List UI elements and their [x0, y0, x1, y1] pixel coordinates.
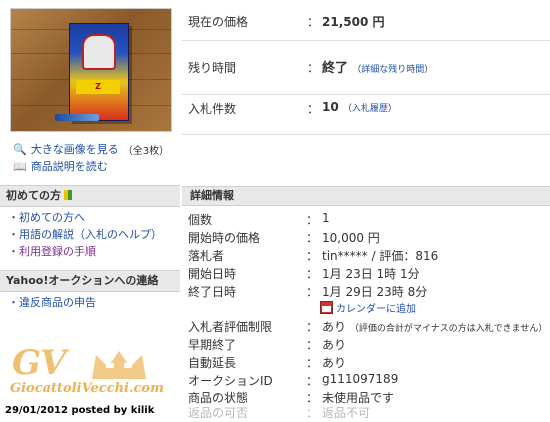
detail-row-start-time: 開始日時： 1月 23日 1時 1分 [188, 267, 420, 281]
posted-caption: 29/01/2012 posted by kilik [5, 405, 155, 416]
current-price-label: 現在の価格 [188, 15, 249, 29]
battery-image [55, 114, 99, 121]
large-image-link[interactable]: 大きな画像を見る [31, 141, 119, 157]
detail-row-returns: 返品の可否：返品不可 [188, 406, 371, 420]
description-link[interactable]: 商品説明を読む [31, 158, 108, 174]
current-price-row: 現在の価格 ： 21,500 円 [182, 0, 550, 41]
detailed-time-link[interactable]: 詳細な残り時間 [361, 65, 424, 75]
beginners-panel: 初めての方 ・初めての方へ ・用語の解説（入札のヘルプ） ・利用登録の手順 [0, 185, 180, 260]
detail-row-auction-id: オークションID： g111097189 [188, 372, 399, 388]
detail-row-winner: 落札者： tin***** / 評価：816 [188, 249, 439, 263]
contact-heading: Yahoo!オークションへの連絡 [0, 270, 180, 292]
toy-box-image: Z [69, 23, 129, 121]
contact-panel: Yahoo!オークションへの連絡 ・違反商品の申告 [0, 270, 180, 311]
calendar-icon [320, 301, 333, 314]
add-to-calendar-link[interactable]: カレンダーに追加 [320, 300, 416, 315]
detail-row-early-end: 早期終了：あり [188, 338, 347, 352]
book-icon: 📖 [13, 159, 27, 173]
detail-row-start-price: 開始時の価格： 10,000 円 [188, 231, 380, 245]
registration-steps-link[interactable]: ・利用登録の手順 [8, 243, 180, 260]
watermark-site: GiocattoliVecchi.com [10, 381, 164, 396]
bid-count-label: 入札件数 [188, 102, 237, 116]
product-image[interactable]: Z [10, 8, 172, 132]
detail-row-bidder-restriction: 入札者評価制限： あり （評価の合計がマイナスの方は入札できません） [188, 320, 548, 334]
magnifier-icon: 🔍 [13, 142, 27, 156]
watermark-logo: GV GiocattoliVecchi.com [8, 341, 168, 396]
current-price-value: 21,500 円 [322, 15, 385, 29]
beginners-heading: 初めての方 [0, 185, 180, 207]
bid-count-value: 10 （入札履歴） [322, 100, 397, 114]
image-count: （全3枚） [122, 145, 170, 157]
glossary-link[interactable]: ・用語の解説（入札のヘルプ） [8, 226, 180, 243]
details-heading: 詳細情報 [182, 186, 550, 206]
description-link-row: 📖 商品説明を読む [13, 158, 108, 174]
bid-count-row: 入札件数 ： 10 （入札履歴） [182, 94, 550, 135]
beginners-guide-link[interactable]: ・初めての方へ [8, 209, 180, 226]
winner-value: tin***** / 評価：816 [322, 249, 439, 263]
time-left-row: 残り時間 ： 終了 （詳細な残り時間） [182, 40, 550, 95]
detail-row-auto-extend: 自動延長：あり [188, 356, 347, 370]
time-left-label: 残り時間 [188, 61, 237, 75]
time-left-value: 終了 （詳細な残り時間） [322, 61, 434, 76]
detail-row-quantity: 個数： 1 [188, 211, 330, 227]
large-image-link-row: 🔍 大きな画像を見る （全3枚） [13, 141, 169, 157]
crown-icon [92, 351, 146, 379]
report-violation-link[interactable]: ・違反商品の申告 [8, 294, 180, 311]
bid-history-link[interactable]: 入札履歴 [352, 104, 388, 114]
beginner-mark-icon [64, 190, 72, 200]
detail-row-end-time: 終了日時： 1月 29日 23時 8分 [188, 285, 428, 299]
watermark-gv: GV [12, 343, 66, 383]
